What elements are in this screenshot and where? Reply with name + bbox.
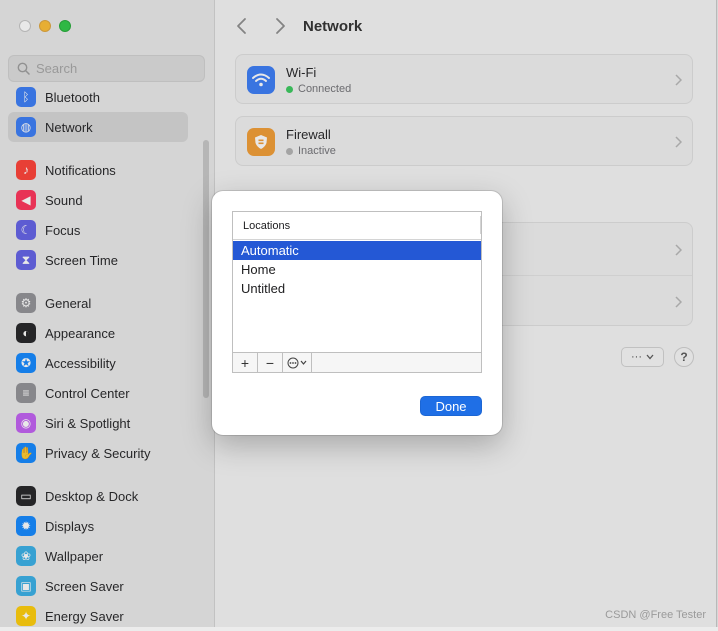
locations-sheet: Locations Automatic Home Untitled + − Do… (212, 191, 502, 435)
location-item[interactable]: Home (233, 260, 481, 279)
column-separator (480, 216, 481, 234)
watermark: CSDN @Free Tester (605, 609, 706, 621)
add-location-button[interactable]: + (233, 353, 258, 372)
locations-toolbar: + − (233, 352, 481, 372)
location-actions-menu[interactable] (283, 353, 312, 372)
locations-list: Locations Automatic Home Untitled + − (232, 211, 482, 373)
locations-header-label: Locations (243, 220, 291, 232)
ellipsis-circle-icon (287, 357, 299, 368)
remove-location-button[interactable]: − (258, 353, 283, 372)
location-item[interactable]: Automatic (233, 241, 481, 260)
location-item[interactable]: Untitled (233, 279, 481, 298)
chevron-down-icon (300, 360, 307, 365)
locations-list-header: Locations (233, 212, 481, 240)
done-button[interactable]: Done (420, 396, 482, 416)
